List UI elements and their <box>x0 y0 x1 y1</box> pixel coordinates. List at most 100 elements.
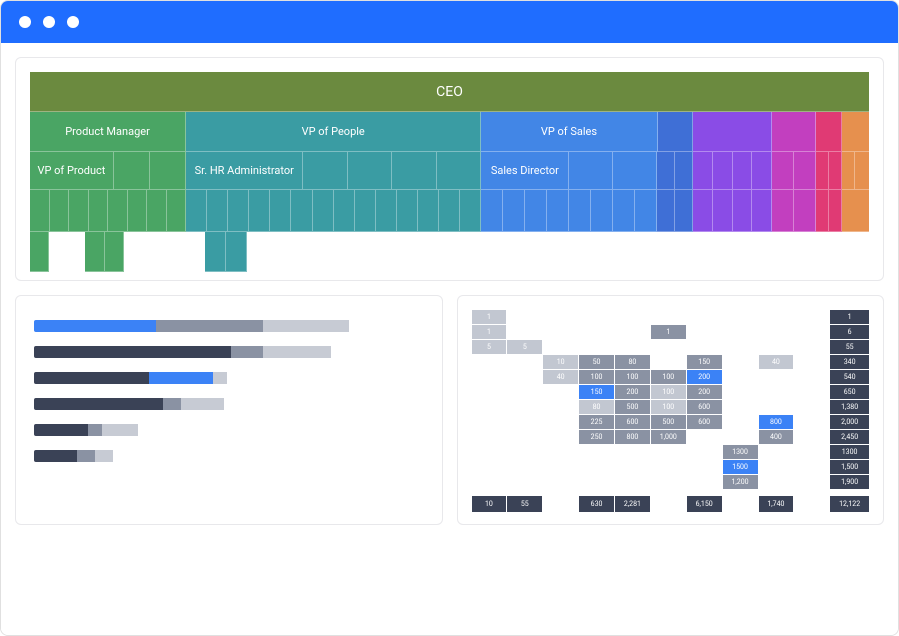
org-node-blue-b[interactable] <box>569 152 613 190</box>
table-cell[interactable]: 80 <box>579 400 614 414</box>
table-cell[interactable]: 540 <box>830 370 869 384</box>
table-cell[interactable]: 12,122 <box>830 496 869 512</box>
org-leaf-teal-10[interactable] <box>397 190 418 232</box>
bar-seg-4-2[interactable] <box>102 424 138 436</box>
table-cell[interactable]: 1 <box>472 325 507 339</box>
org-node-teal-c[interactable] <box>348 152 392 190</box>
table-cell[interactable]: 200 <box>687 385 722 399</box>
table-cell[interactable]: 40 <box>759 355 794 369</box>
org-leaf-teal-x2[interactable] <box>226 232 247 272</box>
org-node-pink[interactable] <box>816 112 842 152</box>
table-cell[interactable]: 100 <box>579 370 614 384</box>
org-leaf-blue-2[interactable] <box>525 190 547 232</box>
table-cell[interactable]: 2,450 <box>830 430 869 444</box>
table-cell[interactable]: 600 <box>615 415 650 429</box>
window-control-maximize[interactable] <box>67 16 79 28</box>
bar-seg-0-0[interactable] <box>34 320 156 332</box>
org-node-magenta-a[interactable] <box>772 152 794 190</box>
org-node-blue-c[interactable] <box>613 152 657 190</box>
org-leaf-green-1[interactable] <box>50 190 70 232</box>
table-cell[interactable]: 80 <box>615 355 650 369</box>
table-cell[interactable]: 1,000 <box>651 430 686 444</box>
bar-seg-1-2[interactable] <box>263 346 331 358</box>
table-cell[interactable]: 800 <box>759 415 794 429</box>
table-cell[interactable]: 2,281 <box>615 496 650 512</box>
table-cell[interactable]: 200 <box>615 385 650 399</box>
bar-seg-4-1[interactable] <box>88 424 102 436</box>
org-leaf-pink-1[interactable] <box>829 190 842 232</box>
bar-seg-1-1[interactable] <box>231 346 263 358</box>
org-node-blue2-b[interactable] <box>675 152 693 190</box>
org-leaf-purple-1[interactable] <box>713 190 733 232</box>
bar-seg-2-0[interactable] <box>34 372 149 384</box>
table-cell[interactable]: 1500 <box>723 460 758 474</box>
org-node-green-b[interactable] <box>114 152 150 190</box>
org-node-orange-a[interactable] <box>842 152 855 190</box>
org-node-vp-product[interactable]: VP of Product <box>30 152 114 190</box>
table-cell[interactable]: 800 <box>615 430 650 444</box>
org-leaf-teal-0[interactable] <box>186 190 207 232</box>
org-node-ceo[interactable]: CEO <box>30 72 869 112</box>
org-leaf-green-7[interactable] <box>167 190 187 232</box>
org-node-sr-hr-admin[interactable]: Sr. HR Administrator <box>186 152 303 190</box>
table-cell[interactable]: 340 <box>830 355 869 369</box>
org-leaf-teal-9[interactable] <box>376 190 397 232</box>
org-node-purple[interactable] <box>693 112 773 152</box>
org-leaf-green-0[interactable] <box>30 190 50 232</box>
table-cell[interactable]: 1,380 <box>830 400 869 414</box>
table-cell[interactable]: 1300 <box>723 445 758 459</box>
table-cell[interactable]: 630 <box>579 496 614 512</box>
bar-seg-5-1[interactable] <box>77 450 95 462</box>
org-node-magenta[interactable] <box>772 112 816 152</box>
org-node-blue2-a[interactable] <box>657 152 675 190</box>
org-leaf-green-6[interactable] <box>147 190 167 232</box>
org-leaf-teal-6[interactable] <box>313 190 334 232</box>
org-node-purple-b[interactable] <box>713 152 733 190</box>
org-leaf-green-x1[interactable] <box>30 232 49 272</box>
org-leaf-blue2-0[interactable] <box>657 190 675 232</box>
table-cell[interactable]: 55 <box>830 340 869 354</box>
bar-seg-4-0[interactable] <box>34 424 88 436</box>
bar-seg-0-2[interactable] <box>263 320 349 332</box>
org-node-teal-e[interactable] <box>437 152 481 190</box>
table-cell[interactable]: 5 <box>507 340 542 354</box>
org-leaf-green-2[interactable] <box>69 190 89 232</box>
org-node-orange-b[interactable] <box>855 152 868 190</box>
table-cell[interactable]: 100 <box>615 370 650 384</box>
org-node-purple-a[interactable] <box>693 152 713 190</box>
org-leaf-pink-0[interactable] <box>816 190 829 232</box>
table-cell[interactable]: 150 <box>579 385 614 399</box>
org-leaf-green-x3[interactable] <box>105 232 124 272</box>
org-leaf-purple-2[interactable] <box>733 190 753 232</box>
table-cell[interactable]: 6 <box>830 325 869 339</box>
table-cell[interactable]: 250 <box>579 430 614 444</box>
bar-seg-2-1[interactable] <box>149 372 213 384</box>
bar-seg-3-2[interactable] <box>181 398 224 410</box>
bar-seg-2-2[interactable] <box>213 372 227 384</box>
org-leaf-orange-0[interactable] <box>842 190 869 232</box>
table-cell[interactable]: 1300 <box>830 445 869 459</box>
table-cell[interactable]: 5 <box>472 340 507 354</box>
table-cell[interactable]: 1,900 <box>830 475 869 489</box>
table-cell[interactable]: 1,740 <box>759 496 794 512</box>
table-cell[interactable]: 1 <box>651 325 686 339</box>
org-leaf-blue2-1[interactable] <box>675 190 693 232</box>
table-cell[interactable]: 1,200 <box>723 475 758 489</box>
org-leaf-green-5[interactable] <box>128 190 148 232</box>
bar-seg-5-0[interactable] <box>34 450 77 462</box>
table-cell[interactable]: 100 <box>651 370 686 384</box>
org-leaf-teal-x1[interactable] <box>205 232 226 272</box>
org-leaf-purple-0[interactable] <box>693 190 713 232</box>
window-control-minimize[interactable] <box>43 16 55 28</box>
bar-seg-1-0[interactable] <box>34 346 231 358</box>
table-cell[interactable]: 100 <box>651 400 686 414</box>
org-leaf-teal-8[interactable] <box>355 190 376 232</box>
org-leaf-blue-7[interactable] <box>635 190 657 232</box>
org-leaf-purple-3[interactable] <box>752 190 772 232</box>
table-cell[interactable]: 400 <box>759 430 794 444</box>
org-leaf-teal-4[interactable] <box>270 190 291 232</box>
org-node-blue2[interactable] <box>658 112 693 152</box>
org-node-purple-d[interactable] <box>752 152 772 190</box>
table-cell[interactable]: 2,000 <box>830 415 869 429</box>
org-leaf-magenta-0[interactable] <box>772 190 794 232</box>
